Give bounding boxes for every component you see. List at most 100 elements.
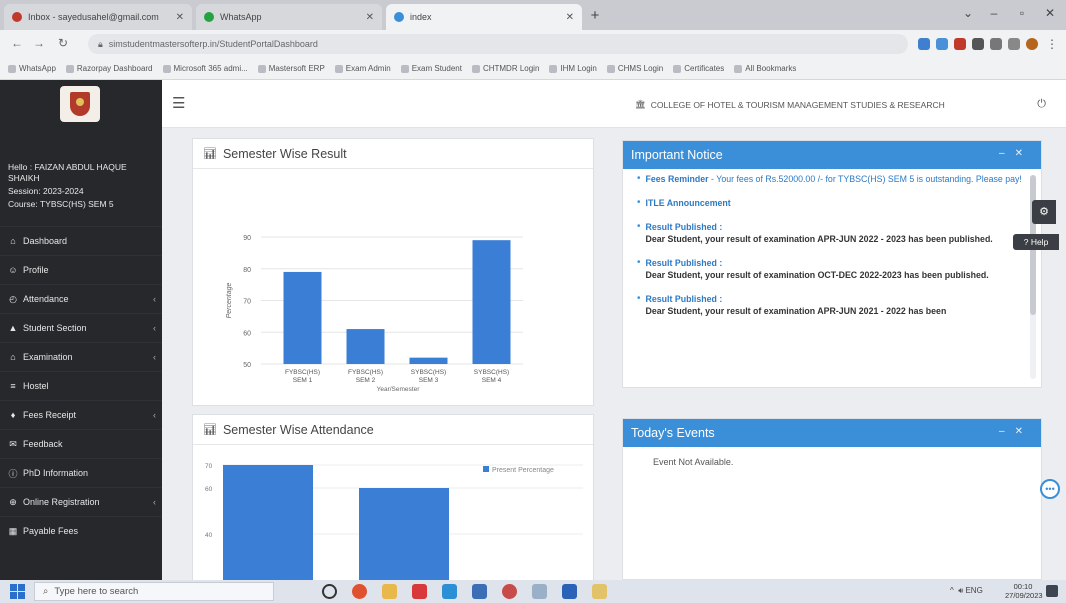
- app-icon[interactable]: [502, 584, 517, 599]
- portal-header: ☰ 🏛︎ COLLEGE OF HOTEL & TOURISM MANAGEME…: [162, 80, 1066, 128]
- download-icon[interactable]: [990, 38, 1002, 50]
- sidebar-item-payable-fees[interactable]: ▦ Payable Fees: [0, 516, 162, 545]
- bookmark-item[interactable]: CHTMDR Login: [471, 64, 539, 73]
- bookmark-item[interactable]: Certificates: [673, 64, 724, 73]
- system-tray[interactable]: ^ 🔊︎ ENG: [950, 586, 983, 596]
- sidebar-item-fees-receipt[interactable]: ♦ Fees Receipt ‹: [0, 400, 162, 429]
- tab-search-icon[interactable]: ⌄: [958, 6, 978, 20]
- notice-title[interactable]: Fees Reminder: [646, 174, 709, 184]
- close-tab-icon[interactable]: ✕: [566, 12, 574, 23]
- bookmark-item[interactable]: Exam Admin: [334, 64, 391, 73]
- taskbar-search-input[interactable]: ⌕ Type here to search: [34, 582, 274, 601]
- notice-title[interactable]: Result Published :: [646, 222, 723, 232]
- x-tick-label: SYBSC(HS): [474, 369, 509, 376]
- extension-icon[interactable]: [954, 38, 966, 50]
- collapse-icon[interactable]: –: [999, 426, 1015, 437]
- sidebar-item-feedback[interactable]: ✉ Feedback: [0, 429, 162, 458]
- profile-avatar-icon[interactable]: [1026, 38, 1038, 50]
- edge-icon[interactable]: [442, 584, 457, 599]
- sidebar-item-online-registration[interactable]: ⊕ Online Registration ‹: [0, 487, 162, 516]
- task-view-icon[interactable]: [322, 584, 337, 599]
- notice-title[interactable]: Result Published :: [646, 294, 723, 304]
- app-icon[interactable]: [532, 584, 547, 599]
- sidebar-item-profile[interactable]: ☺ Profile: [0, 255, 162, 284]
- bookmark-item[interactable]: Exam Student: [400, 64, 462, 73]
- notice-item[interactable]: • ITLE Announcement: [637, 197, 1029, 209]
- hamburger-menu-icon[interactable]: ☰: [172, 94, 185, 112]
- browser-tab-gmail[interactable]: Inbox - sayedusahel@gmail.com ✕: [4, 4, 192, 30]
- extension-icon[interactable]: [936, 38, 948, 50]
- bookmark-item[interactable]: Microsoft 365 admi...: [162, 64, 248, 73]
- bookmark-icon: [549, 64, 558, 73]
- bar: [223, 465, 313, 585]
- reload-icon[interactable]: ↻: [54, 36, 72, 50]
- browser-tab-whatsapp[interactable]: WhatsApp ✕: [196, 4, 382, 30]
- events-title: Today's Events: [631, 426, 715, 440]
- bookmark-icon: [471, 64, 480, 73]
- notice-text[interactable]: Your fees of Rs.52000.00 /- for TYBSC(HS…: [716, 174, 1022, 184]
- logout-power-icon[interactable]: ⏻: [1037, 98, 1046, 111]
- side-panel-icon[interactable]: [1008, 38, 1020, 50]
- close-icon[interactable]: ✕: [1015, 148, 1033, 159]
- file-explorer-icon[interactable]: [382, 584, 397, 599]
- sidebar-item-phd-information[interactable]: ⓘ PhD Information: [0, 458, 162, 487]
- windows-start-icon[interactable]: [10, 584, 25, 599]
- close-tab-icon[interactable]: ✕: [176, 12, 184, 23]
- app-icon[interactable]: [592, 584, 607, 599]
- back-arrow-icon[interactable]: ←: [8, 36, 26, 50]
- notice-item[interactable]: • Result Published : Dear Student, your re…: [637, 221, 1029, 245]
- browser-tab-index[interactable]: index ✕: [386, 4, 582, 30]
- receipt-icon: ♦: [10, 410, 16, 420]
- notice-item[interactable]: • Fees Reminder - Your fees of Rs.52000.0…: [637, 173, 1029, 185]
- new-tab-button[interactable]: +: [586, 7, 604, 25]
- user-icon: ☺: [8, 265, 18, 275]
- notice-item[interactable]: • Result Published : Dear Student, your re…: [637, 293, 1029, 317]
- app-icon[interactable]: [412, 584, 427, 599]
- sidebar-item-examination[interactable]: ⌂ Examination ‹: [0, 342, 162, 371]
- bookmark-item[interactable]: All Bookmarks: [734, 64, 796, 73]
- sidebar-item-attendance[interactable]: ◴ Attendance ‹: [0, 284, 162, 313]
- taskbar-clock[interactable]: 00:10 27/09/2023: [1005, 582, 1043, 600]
- maximize-button[interactable]: ▫: [1012, 6, 1032, 20]
- chrome-icon[interactable]: [352, 584, 367, 599]
- college-logo[interactable]: [60, 86, 100, 122]
- x-tick-label: SEM 2: [356, 377, 376, 384]
- notifications-icon[interactable]: [1046, 585, 1058, 597]
- bookmark-icon: [673, 64, 682, 73]
- bookmark-item[interactable]: Razorpay Dashboard: [65, 64, 153, 73]
- app-icon[interactable]: [562, 584, 577, 599]
- sidebar-item-dashboard[interactable]: ⌂ Dashboard: [0, 226, 162, 255]
- bookmark-item[interactable]: Mastersoft ERP: [257, 64, 325, 73]
- chat-icon[interactable]: •••: [1040, 479, 1060, 499]
- forward-arrow-icon[interactable]: →: [30, 36, 48, 50]
- store-icon[interactable]: [472, 584, 487, 599]
- bookmark-item[interactable]: IHM Login: [549, 64, 597, 73]
- help-button[interactable]: ? Help: [1013, 234, 1059, 250]
- bookmark-label: IHM Login: [560, 64, 597, 73]
- close-icon[interactable]: ✕: [1015, 426, 1033, 437]
- notice-item[interactable]: • Result Published : Dear Student, your re…: [637, 257, 1029, 281]
- close-tab-icon[interactable]: ✕: [366, 12, 374, 23]
- address-bar[interactable]: 🔒︎ simstudentmastersofterp.in/StudentPor…: [88, 34, 908, 54]
- extensions-puzzle-icon[interactable]: [972, 38, 984, 50]
- minimize-button[interactable]: –: [984, 6, 1004, 20]
- browser-menu-icon[interactable]: ⋮: [1046, 38, 1058, 50]
- bookmark-item[interactable]: WhatsApp: [8, 64, 56, 73]
- settings-gear-icon[interactable]: ⚙: [1032, 200, 1056, 224]
- user-course: Course: TYBSC(HS) SEM 5: [8, 199, 114, 209]
- sidebar-item-hostel[interactable]: ≡ Hostel: [0, 371, 162, 400]
- collapse-icon[interactable]: –: [999, 148, 1015, 159]
- notice-title[interactable]: Result Published :: [646, 258, 723, 268]
- bookmark-item[interactable]: CHMS Login: [606, 64, 663, 73]
- dashboard-main: 📊︎ Semester Wise Result 50 60 70 80 90 Percen…: [162, 128, 1066, 585]
- bookmarks-bar: WhatsApp Razorpay Dashboard Microsoft 365 …: [0, 58, 1066, 80]
- notice-title: Important Notice: [631, 148, 723, 162]
- notice-title[interactable]: ITLE Announcement: [646, 198, 731, 208]
- bookmark-icon: [334, 64, 343, 73]
- sidebar-item-student-section[interactable]: ▲ Student Section ‹: [0, 313, 162, 342]
- bookmark-label: Certificates: [684, 64, 725, 73]
- important-notice-panel: Important Notice –✕ • Fees Reminder - You…: [622, 140, 1042, 388]
- close-window-button[interactable]: ✕: [1040, 6, 1060, 20]
- bullet-icon: •: [637, 173, 641, 184]
- extension-icon[interactable]: [918, 38, 930, 50]
